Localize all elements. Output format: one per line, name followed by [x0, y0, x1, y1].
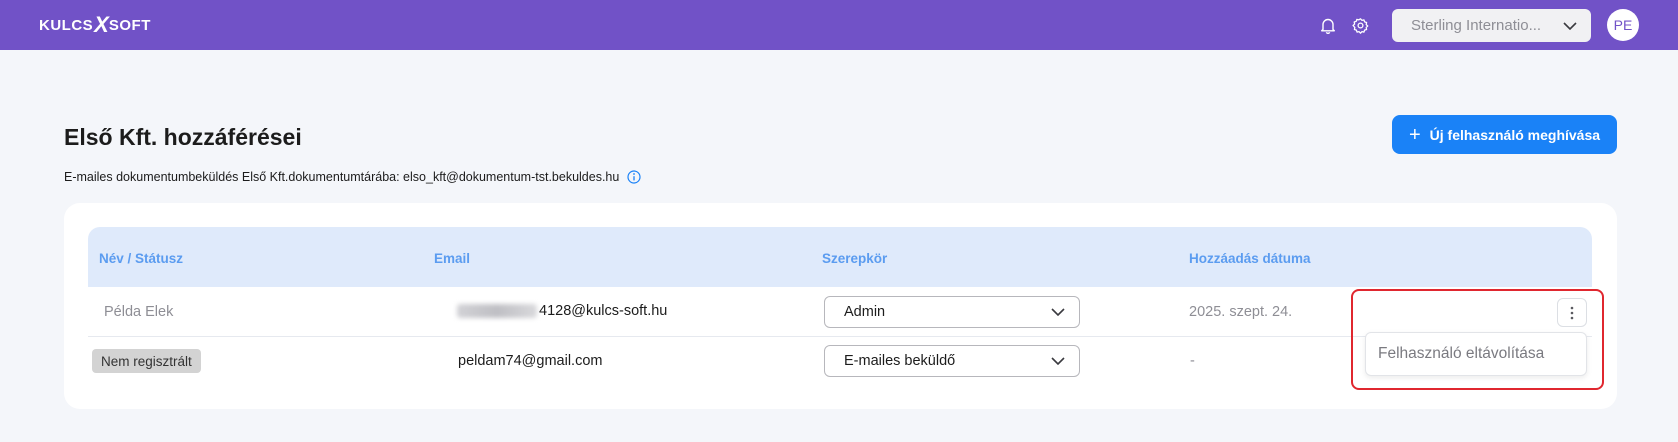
- plus-icon: +: [1408, 123, 1421, 146]
- column-header-email: Email: [434, 251, 471, 266]
- user-email-text: 4128@kulcs-soft.hu: [539, 303, 668, 319]
- remove-user-menu-item[interactable]: Felhasználó eltávolítása: [1378, 345, 1544, 363]
- column-header-role: Szerepkör: [822, 251, 888, 266]
- row-actions-menu: Felhasználó eltávolítása: [1365, 332, 1587, 376]
- user-email: 4128@kulcs-soft.hu: [457, 303, 667, 319]
- role-select[interactable]: Admin: [824, 296, 1080, 328]
- kulcssoft-logo[interactable]: KULCS X SOFT: [39, 12, 151, 37]
- company-selector-value: Sterling Internatio...: [1411, 17, 1542, 34]
- gear-icon: [1351, 17, 1368, 34]
- more-vertical-icon: [1570, 306, 1574, 319]
- date-added: -: [1190, 353, 1195, 369]
- chevron-down-icon: [1051, 308, 1065, 316]
- role-select-value: Admin: [844, 304, 886, 320]
- page-subtitle: E-mailes dokumentumbeküldés Első Kft.dok…: [64, 170, 641, 184]
- user-avatar[interactable]: PE: [1607, 9, 1639, 41]
- user-name: Példa Elek: [104, 304, 174, 320]
- chevron-down-icon: [1563, 21, 1577, 30]
- bell-icon: [1321, 18, 1335, 34]
- date-added: 2025. szept. 24.: [1189, 304, 1293, 320]
- settings-button[interactable]: [1348, 13, 1372, 37]
- logo-x-mark: X: [94, 12, 109, 37]
- logo-text-right: SOFT: [108, 16, 151, 34]
- user-email: peldam74@gmail.com: [458, 353, 603, 369]
- chevron-down-icon: [1051, 357, 1065, 365]
- page-title: Első Kft. hozzáférései: [64, 124, 302, 150]
- top-navigation-bar: KULCS X SOFT Sterling Internatio... PE: [0, 0, 1678, 50]
- redacted-email-prefix: [457, 304, 537, 319]
- row-actions-button[interactable]: [1557, 298, 1587, 327]
- logo-text-left: KULCS: [39, 16, 94, 34]
- column-header-name-status: Név / Státusz: [99, 251, 184, 266]
- status-badge: Nem regisztrált: [92, 349, 201, 373]
- info-icon[interactable]: [627, 170, 641, 184]
- invite-user-button[interactable]: + Új felhasználó meghívása: [1392, 115, 1617, 154]
- notifications-button[interactable]: [1316, 13, 1340, 37]
- role-select[interactable]: E-mailes beküldő: [824, 345, 1080, 377]
- email-submission-info: E-mailes dokumentumbeküldés Első Kft.dok…: [64, 170, 620, 184]
- company-selector[interactable]: Sterling Internatio...: [1392, 9, 1591, 42]
- role-select-value: E-mailes beküldő: [844, 353, 956, 369]
- column-header-date-added: Hozzáadás dátuma: [1189, 251, 1311, 266]
- invite-user-label: Új felhasználó meghívása: [1429, 126, 1601, 143]
